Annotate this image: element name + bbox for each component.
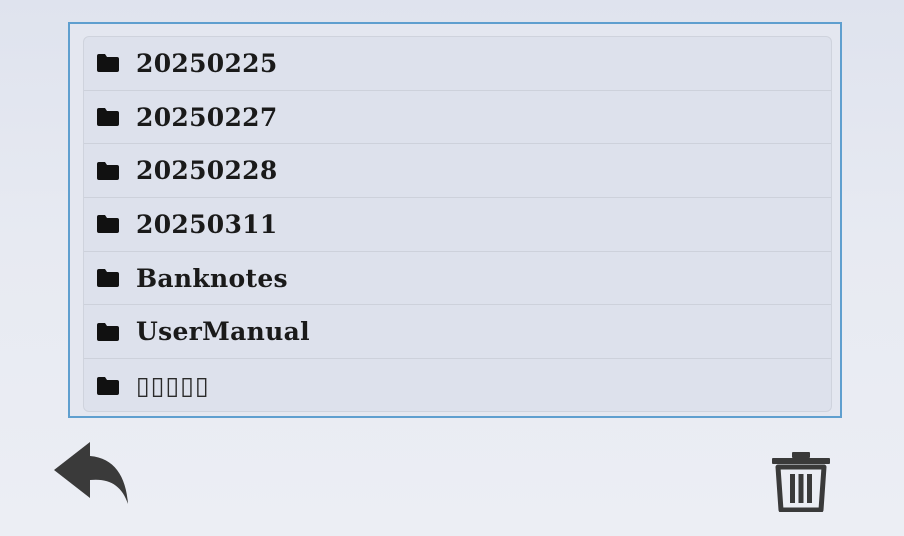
folder-icon xyxy=(97,376,119,395)
folder-icon xyxy=(97,269,119,288)
folder-item-20250227[interactable]: 20250227 xyxy=(84,91,831,145)
folder-item-20250228[interactable]: 20250228 xyxy=(84,144,831,199)
folder-item-20250311[interactable]: 20250311 xyxy=(84,198,831,252)
folder-icon xyxy=(97,322,119,341)
file-browser-panel: 20250225 20250227 20250228 20250311 Bank xyxy=(68,22,842,418)
folder-icon xyxy=(97,161,119,180)
folder-item-unreadable-name[interactable]: ▯▯▯▯▯ xyxy=(84,359,831,411)
folder-label: UserManual xyxy=(136,317,310,347)
back-arrow-icon xyxy=(54,442,128,504)
folder-icon xyxy=(97,215,119,234)
folder-label: ▯▯▯▯▯ xyxy=(136,371,210,401)
folder-item-20250225[interactable]: 20250225 xyxy=(84,37,831,91)
folder-item-usermanual[interactable]: UserManual xyxy=(84,305,831,360)
folder-list: 20250225 20250227 20250228 20250311 Bank xyxy=(83,36,832,412)
folder-label: Banknotes xyxy=(136,263,288,293)
folder-label: 20250225 xyxy=(136,48,278,78)
folder-label: 20250228 xyxy=(136,156,278,186)
delete-button[interactable] xyxy=(770,450,832,513)
trash-icon xyxy=(772,452,830,513)
folder-icon xyxy=(97,108,119,127)
folder-label: 20250311 xyxy=(136,209,278,239)
folder-item-banknotes[interactable]: Banknotes xyxy=(84,252,831,306)
back-button[interactable] xyxy=(52,440,130,506)
folder-icon xyxy=(97,54,119,73)
folder-label: 20250227 xyxy=(136,102,278,132)
